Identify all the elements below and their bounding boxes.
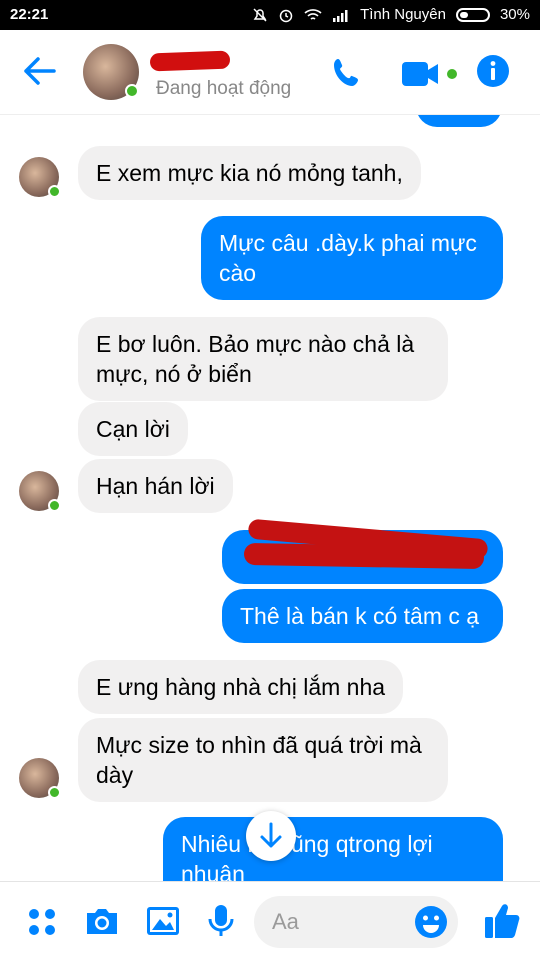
battery-percent: 30% <box>499 6 530 23</box>
alarm-icon <box>278 7 294 23</box>
message-text: Mực size to nhìn đã quá trời mà dày <box>96 732 422 788</box>
mute-icon <box>252 7 268 23</box>
redacted-contact-name <box>149 50 231 72</box>
arrow-down-icon <box>259 822 283 855</box>
signal-icon <box>332 8 350 22</box>
scroll-to-bottom-button[interactable] <box>246 811 296 861</box>
message-list[interactable]: E xem mực kia nó mỏng tanh, Mực câu .dày… <box>0 115 540 881</box>
message-bubble-incoming[interactable]: Hạn hán lời <box>78 459 233 513</box>
message-text: E ưng hàng nhà chị lắm nha <box>96 674 386 700</box>
redaction-mark <box>243 542 485 570</box>
message-input-container[interactable] <box>254 896 458 948</box>
emoji-icon[interactable] <box>414 905 448 944</box>
apps-icon[interactable] <box>28 908 56 941</box>
online-indicator <box>48 499 61 512</box>
mic-icon[interactable] <box>208 904 234 943</box>
contact-avatar-small[interactable] <box>19 758 61 799</box>
phone-icon[interactable] <box>330 56 364 95</box>
online-indicator <box>48 786 61 799</box>
message-bubble-outgoing[interactable]: Mực câu .dày.k phai mực cào <box>201 216 503 300</box>
message-bubble-incoming[interactable]: E xem mực kia nó mỏng tanh, <box>78 146 421 200</box>
message-bubble-outgoing[interactable]: Thê là bán k có tâm c ạ <box>222 589 503 643</box>
camera-icon[interactable] <box>84 906 120 941</box>
info-icon[interactable] <box>476 54 510 93</box>
message-text: Nhiêu họ cũng qtrong lợi nhuận <box>181 831 433 881</box>
message-text: E xem mực kia nó mỏng tanh, <box>96 160 403 186</box>
contact-status: Đang hoạt động <box>156 78 292 99</box>
status-right: Tình Nguyên 30% <box>252 6 530 23</box>
message-text: Cạn lời <box>96 416 170 442</box>
contact-avatar[interactable] <box>83 44 139 100</box>
contact-avatar-small[interactable] <box>19 471 61 512</box>
message-input[interactable] <box>270 908 414 936</box>
wifi-icon <box>304 8 322 22</box>
message-text: E bơ luôn. Bảo mực nào chả là mực, nó ở … <box>96 331 415 387</box>
composer-bar <box>0 881 540 961</box>
carrier-name: Tình Nguyên <box>360 6 446 23</box>
message-bubble-incoming[interactable]: Mực size to nhìn đã quá trời mà dày <box>78 718 448 802</box>
battery-icon <box>455 7 490 22</box>
chat-header: Đang hoạt động <box>0 30 540 115</box>
message-text: Thê là bán k có tâm c ạ <box>240 603 480 629</box>
message-text: Hạn hán lời <box>96 473 215 499</box>
message-bubble-incoming[interactable]: E ưng hàng nhà chị lắm nha <box>78 660 404 714</box>
online-indicator <box>48 185 61 198</box>
like-icon[interactable] <box>484 902 520 945</box>
message-text: Mực câu .dày.k phai mực cào <box>219 230 477 286</box>
contact-avatar-small[interactable] <box>19 157 61 198</box>
back-arrow-icon[interactable] <box>22 56 56 91</box>
gallery-icon[interactable] <box>146 906 180 941</box>
online-indicator <box>125 84 139 98</box>
video-icon[interactable] <box>402 60 460 93</box>
message-bubble-outgoing[interactable]: Nhiêu họ cũng qtrong lợi nhuận <box>163 817 503 881</box>
message-bubble-incoming[interactable]: Cạn lời <box>78 402 188 456</box>
message-bubble-incoming[interactable]: E bơ luôn. Bảo mực nào chả là mực, nó ở … <box>78 317 448 401</box>
status-bar: 22:21 Tình Nguyên 30% <box>0 0 540 30</box>
message-bubble-outgoing-partial[interactable] <box>416 115 502 127</box>
status-time: 22:21 <box>10 6 49 23</box>
